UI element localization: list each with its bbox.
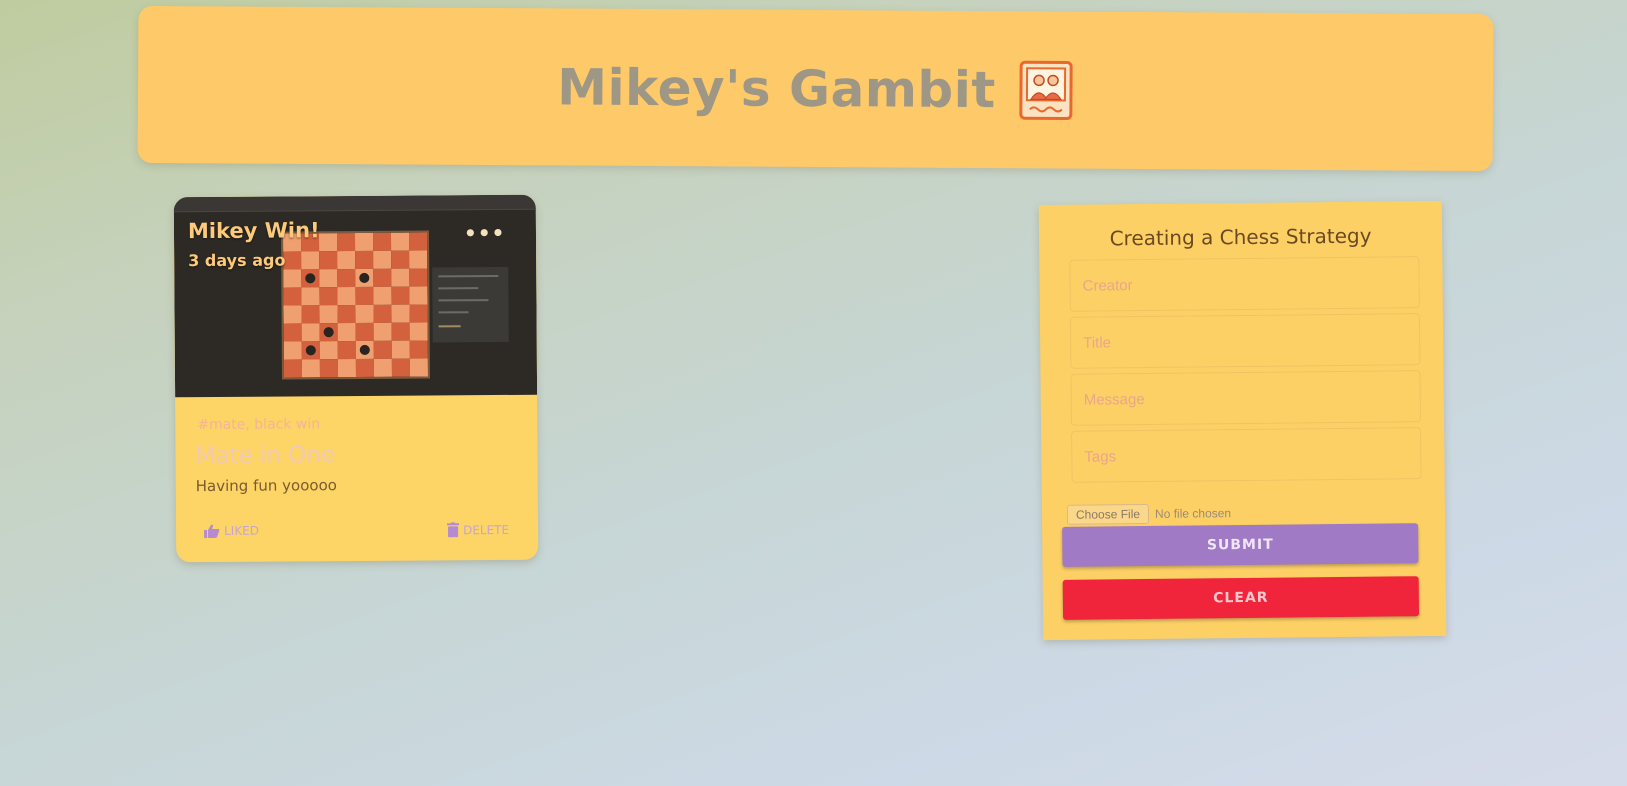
submit-button[interactable]: SUBMIT [1062, 523, 1419, 567]
board-square [301, 305, 320, 324]
board-square [337, 251, 356, 270]
board-square [409, 250, 428, 269]
chess-piece [305, 273, 316, 284]
board-square [354, 232, 374, 252]
board-square [337, 269, 356, 288]
app-title: Mikey's Gambit [557, 57, 996, 119]
clear-button[interactable]: CLEAR [1062, 576, 1420, 620]
board-square [319, 305, 338, 324]
choose-file-button[interactable]: Choose File [1066, 503, 1150, 525]
board-square [391, 340, 410, 359]
board-square [373, 250, 392, 269]
board-square [355, 358, 374, 378]
board-square [372, 232, 392, 251]
board-square [409, 286, 428, 305]
board-square [283, 341, 302, 360]
board-square [373, 304, 392, 323]
board-square [319, 341, 338, 360]
chess-piece [359, 344, 370, 355]
board-square [355, 304, 374, 324]
title-input[interactable] [1069, 313, 1421, 369]
file-upload: Choose File No file chosen [1066, 503, 1232, 525]
board-square [301, 251, 320, 270]
chess-piece [359, 272, 370, 283]
post-image: Mikey Win! 3 days ago ••• [173, 194, 538, 398]
chess-piece [305, 345, 316, 356]
board-square [409, 340, 428, 359]
like-label: LIKED [224, 523, 260, 538]
board-square [283, 359, 302, 378]
trash-icon [447, 522, 460, 538]
board-square [283, 323, 302, 342]
more-horizontal-icon: ••• [463, 220, 506, 246]
board-square [337, 305, 356, 324]
board-square [283, 305, 302, 324]
tags-input[interactable] [1071, 427, 1422, 483]
message-input[interactable] [1070, 370, 1422, 426]
more-options-button[interactable]: ••• [464, 221, 506, 245]
post-time: 3 days ago [188, 250, 286, 271]
post-card: Mikey Win! 3 days ago ••• #mate, black w… [173, 194, 539, 563]
board-square [409, 268, 428, 287]
board-square [319, 287, 338, 306]
board-square [337, 359, 356, 378]
board-square [373, 322, 392, 341]
photo-frame-icon [1019, 60, 1073, 120]
like-button[interactable]: LIKED [204, 523, 260, 539]
delete-label: DELETE [463, 522, 510, 537]
board-square [319, 359, 338, 378]
board-square [301, 323, 320, 342]
board-square [373, 268, 392, 287]
board-square [373, 286, 392, 305]
board-square [337, 287, 356, 306]
chess-piece [323, 327, 334, 338]
app-bar: Mikey's Gambit [137, 5, 1494, 172]
board-square [319, 269, 338, 288]
board-square [355, 286, 374, 306]
post-creator: Mikey Win! [187, 218, 320, 244]
chess-board [280, 230, 431, 380]
post-title: Mate in One [195, 442, 336, 470]
board-square [391, 250, 410, 269]
board-square [409, 304, 428, 323]
board-square [319, 251, 338, 270]
file-status: No file chosen [1154, 506, 1232, 521]
create-strategy-form: Creating a Chess Strategy Choose File No… [1038, 200, 1447, 641]
post-message: Having fun yooooo [195, 476, 337, 496]
board-square [337, 323, 356, 342]
board-square [391, 286, 410, 305]
delete-button[interactable]: DELETE [447, 522, 510, 538]
browser-strip [173, 194, 536, 213]
board-square [373, 358, 392, 377]
move-panel [432, 266, 509, 343]
board-square [408, 232, 428, 251]
board-square [355, 322, 374, 342]
board-square [318, 233, 338, 252]
board-square [373, 340, 392, 359]
form-title: Creating a Chess Strategy [1109, 223, 1372, 251]
post-tags: #mate, black win [197, 416, 321, 434]
creator-input[interactable] [1069, 256, 1420, 312]
board-square [391, 304, 410, 323]
board-square [409, 358, 428, 377]
board-square [301, 287, 320, 306]
board-square [390, 232, 410, 251]
board-square [391, 268, 410, 287]
board-square [337, 341, 356, 360]
board-square [391, 322, 410, 341]
board-square [355, 250, 374, 270]
board-square [283, 251, 302, 270]
board-square [336, 233, 356, 252]
board-square [301, 359, 320, 378]
board-square [283, 287, 302, 306]
board-square [283, 269, 302, 288]
thumb-up-icon [204, 524, 220, 539]
board-square [391, 358, 410, 377]
board-square [409, 322, 428, 341]
